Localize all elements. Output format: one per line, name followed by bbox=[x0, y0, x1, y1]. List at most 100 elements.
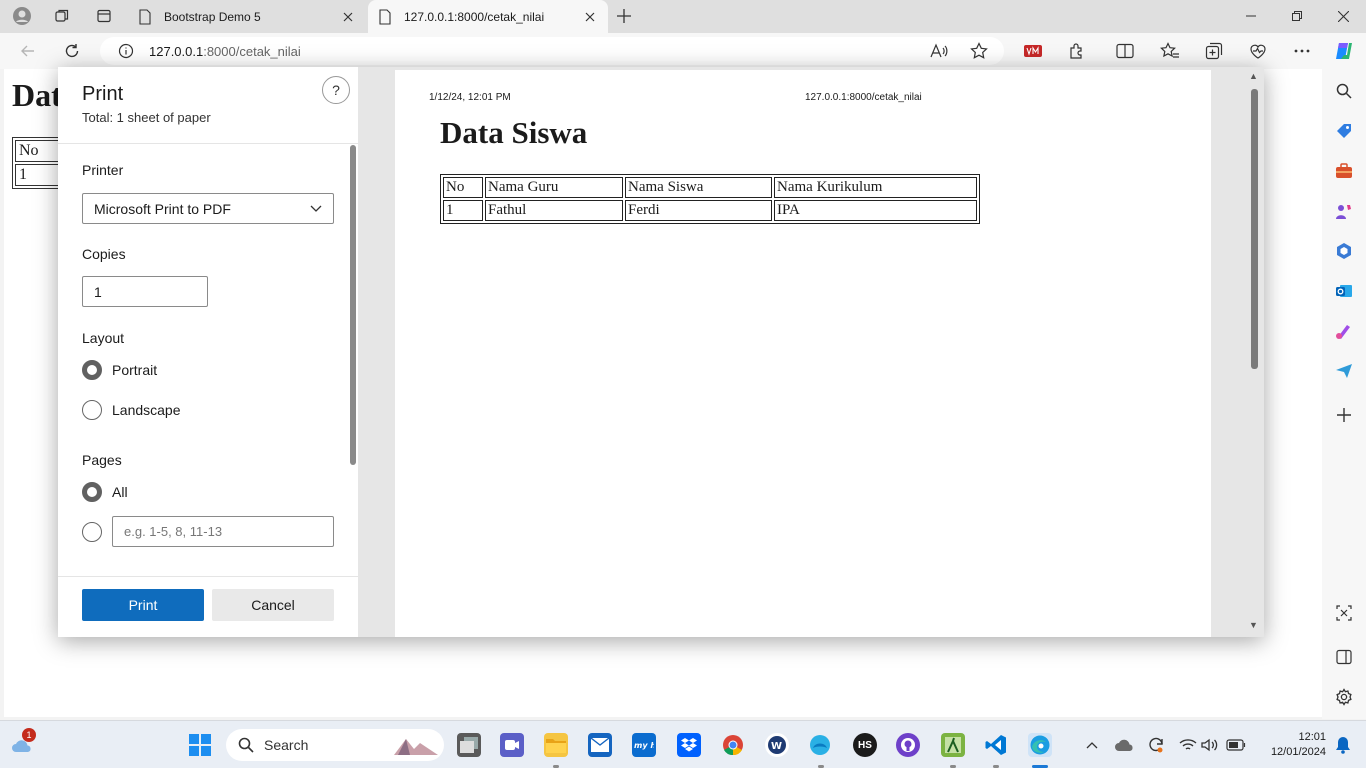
table-row: No bbox=[15, 140, 59, 162]
tab-bootstrap-demo[interactable]: Bootstrap Demo 5 bbox=[128, 0, 366, 33]
chrome-icon[interactable] bbox=[721, 733, 745, 757]
copilot-icon[interactable] bbox=[1330, 37, 1358, 65]
onedrive-cloud-icon[interactable] bbox=[1112, 733, 1136, 757]
mail-icon[interactable] bbox=[588, 733, 612, 757]
pages-all-radio[interactable] bbox=[82, 482, 102, 502]
browser-toolbar: 127.0.0.1:8000/cetak_nilai bbox=[0, 33, 1366, 69]
github-icon[interactable] bbox=[896, 733, 920, 757]
copies-input[interactable]: 1 bbox=[82, 276, 208, 307]
pages-custom-option[interactable] bbox=[82, 522, 112, 542]
shopping-tag-icon[interactable] bbox=[1334, 121, 1354, 141]
collections-icon[interactable] bbox=[1200, 37, 1228, 65]
printer-select[interactable]: Microsoft Print to PDF bbox=[82, 193, 334, 224]
battery-icon[interactable] bbox=[1224, 733, 1248, 757]
favorite-star-icon[interactable] bbox=[970, 42, 988, 63]
printer-value: Microsoft Print to PDF bbox=[94, 200, 231, 217]
close-window-icon[interactable] bbox=[1320, 0, 1366, 32]
table-cell: 1 bbox=[443, 200, 483, 221]
refresh-icon[interactable] bbox=[58, 37, 86, 65]
scroll-down-icon[interactable]: ▼ bbox=[1249, 620, 1258, 630]
hide-sidebar-icon[interactable] bbox=[1334, 647, 1354, 667]
landscape-radio[interactable] bbox=[82, 400, 102, 420]
minimize-icon[interactable] bbox=[1228, 0, 1274, 32]
profile-icon[interactable] bbox=[8, 4, 36, 28]
taskbar-search[interactable]: Search bbox=[226, 729, 444, 761]
search-icon[interactable] bbox=[1334, 81, 1354, 101]
edge-icon[interactable] bbox=[1028, 733, 1052, 757]
back-icon[interactable] bbox=[14, 37, 42, 65]
page-icon bbox=[379, 8, 391, 25]
page-range-input[interactable]: e.g. 1-5, 8, 11-13 bbox=[112, 516, 334, 547]
extensions-icon[interactable] bbox=[1063, 37, 1091, 65]
pages-all-option[interactable]: All bbox=[82, 482, 128, 502]
pages-all-label: All bbox=[112, 484, 128, 500]
new-tab-icon[interactable] bbox=[612, 4, 636, 28]
table-cell: IPA bbox=[774, 200, 977, 221]
svg-text:W: W bbox=[771, 741, 782, 752]
cancel-button[interactable]: Cancel bbox=[212, 589, 334, 621]
send-icon[interactable] bbox=[1334, 361, 1354, 381]
close-tab-icon[interactable] bbox=[340, 9, 356, 25]
help-button[interactable]: ? bbox=[322, 76, 350, 104]
vpn-extension-icon[interactable] bbox=[1019, 37, 1047, 65]
settings-scrollbar[interactable] bbox=[350, 145, 356, 465]
file-explorer-icon[interactable] bbox=[544, 733, 568, 757]
tools-briefcase-icon[interactable] bbox=[1334, 161, 1354, 181]
add-sidebar-icon[interactable] bbox=[1334, 405, 1354, 425]
landscape-label: Landscape bbox=[112, 402, 181, 418]
printer-label: Printer bbox=[82, 162, 124, 178]
portrait-option[interactable]: Portrait bbox=[82, 360, 157, 380]
preview-header-url: 127.0.0.1:8000/cetak_nilai bbox=[805, 92, 922, 103]
divider bbox=[58, 143, 358, 144]
tab-actions-icon[interactable] bbox=[90, 4, 118, 28]
workspaces-icon[interactable] bbox=[48, 4, 76, 28]
print-button[interactable]: Print bbox=[82, 589, 204, 621]
hs-app-icon[interactable]: HS bbox=[853, 733, 877, 757]
restore-icon[interactable] bbox=[1274, 0, 1320, 32]
pages-custom-radio[interactable] bbox=[82, 522, 102, 542]
wifi-icon[interactable] bbox=[1176, 733, 1200, 757]
landscape-option[interactable]: Landscape bbox=[82, 400, 181, 420]
screenshot-icon[interactable] bbox=[1334, 603, 1354, 623]
chevron-up-icon[interactable] bbox=[1080, 733, 1104, 757]
browser-essentials-icon[interactable] bbox=[1244, 37, 1272, 65]
taskbar: 1 Search my hp W HS bbox=[0, 720, 1366, 768]
start-windows-icon[interactable] bbox=[188, 733, 212, 757]
microsoft-365-icon[interactable] bbox=[1334, 241, 1354, 261]
read-aloud-icon[interactable] bbox=[930, 43, 948, 62]
sync-icon[interactable] bbox=[1144, 733, 1168, 757]
edge-dev-icon[interactable] bbox=[808, 733, 832, 757]
clock[interactable]: 12:01 12/01/2024 bbox=[1256, 730, 1326, 760]
info-icon[interactable] bbox=[118, 43, 134, 62]
hs-app-label: HS bbox=[858, 739, 872, 751]
address-bar[interactable]: 127.0.0.1:8000/cetak_nilai bbox=[100, 37, 1004, 65]
more-options-icon[interactable] bbox=[1288, 37, 1316, 65]
layout-label: Layout bbox=[82, 330, 125, 346]
volume-icon[interactable] bbox=[1198, 733, 1222, 757]
print-dialog: Print Total: 1 sheet of paper ? Printer … bbox=[58, 67, 1264, 637]
weather-badge: 1 bbox=[22, 728, 36, 742]
myhp-icon[interactable]: my hp bbox=[632, 733, 656, 757]
teams-icon[interactable] bbox=[500, 733, 524, 757]
vscode-icon[interactable] bbox=[984, 733, 1008, 757]
dropbox-icon[interactable] bbox=[677, 733, 701, 757]
games-icon[interactable] bbox=[1334, 201, 1354, 221]
favorites-icon[interactable] bbox=[1156, 37, 1184, 65]
portrait-radio[interactable] bbox=[82, 360, 102, 380]
task-view-icon[interactable] bbox=[457, 733, 481, 757]
scroll-up-icon[interactable]: ▲ bbox=[1249, 71, 1258, 81]
split-screen-icon[interactable] bbox=[1111, 37, 1139, 65]
svg-text:my hp: my hp bbox=[634, 741, 654, 750]
settings-gear-icon[interactable] bbox=[1334, 687, 1354, 707]
lambda-app-icon[interactable] bbox=[941, 733, 965, 757]
table-cell: Fathul bbox=[485, 200, 623, 221]
outlook-icon[interactable] bbox=[1334, 281, 1354, 301]
app-w-icon[interactable]: W bbox=[765, 733, 789, 757]
preview-scrollbar[interactable] bbox=[1251, 89, 1258, 369]
tab-cetak-nilai[interactable]: 127.0.0.1:8000/cetak_nilai bbox=[368, 0, 608, 33]
close-tab-icon[interactable] bbox=[582, 9, 598, 25]
table-header-cell: Nama Siswa bbox=[625, 177, 772, 198]
notification-bell-icon[interactable] bbox=[1331, 733, 1355, 757]
designer-icon[interactable] bbox=[1334, 321, 1354, 341]
portrait-label: Portrait bbox=[112, 362, 158, 378]
